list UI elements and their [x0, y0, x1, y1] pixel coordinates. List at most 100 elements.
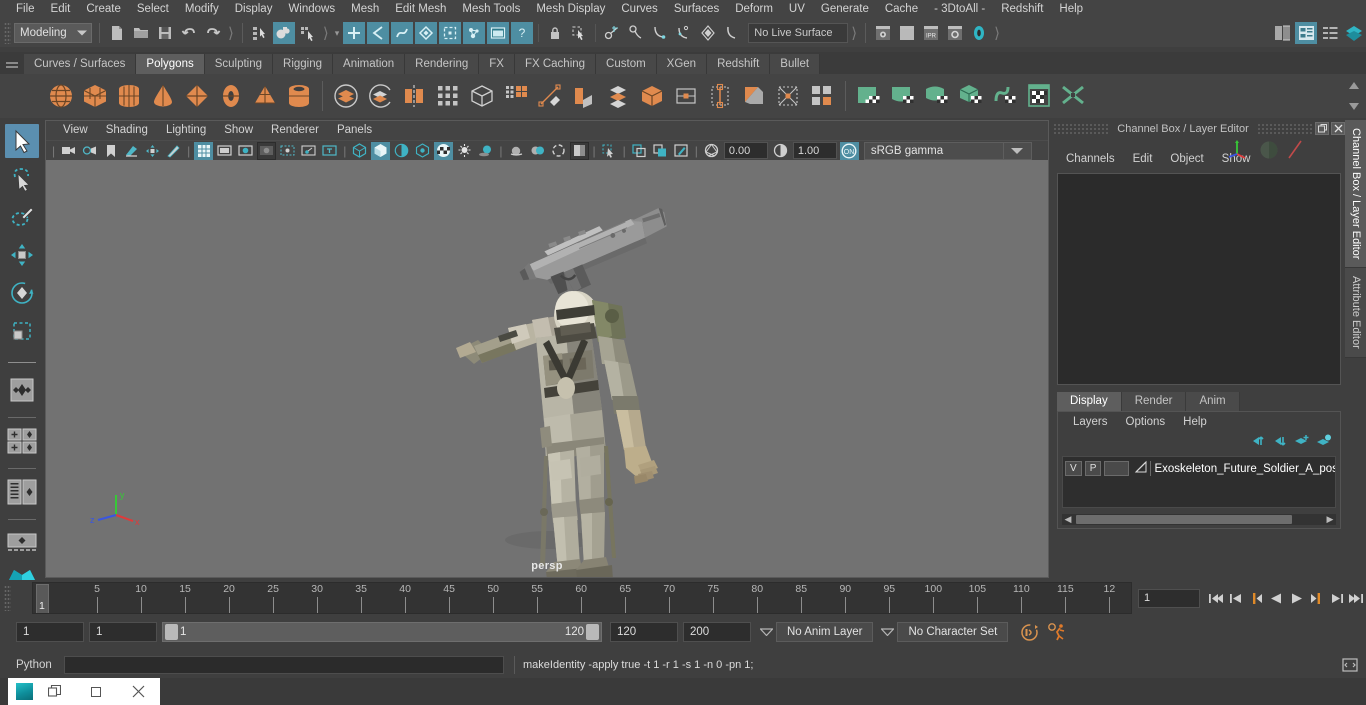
viewport-menu-lighting[interactable]: Lighting [157, 121, 215, 140]
live-surface-field[interactable]: No Live Surface [748, 23, 849, 43]
motion-blur-icon[interactable] [507, 142, 526, 160]
snap-curve-c-icon[interactable] [649, 22, 671, 44]
shelf-tab-xgen[interactable]: XGen [656, 54, 708, 74]
panel-drag-handle-left[interactable] [1053, 122, 1110, 135]
panel-close-button[interactable] [1331, 122, 1345, 135]
menu-item-mesh[interactable]: Mesh [343, 0, 387, 19]
time-slider-track[interactable]: 1 5 10 15 20 25 30 35 40 45 50 55 60 65 70 75 80 85 90 95 1… [32, 582, 1132, 614]
poly-cone-icon[interactable] [147, 79, 179, 113]
exposure-icon[interactable] [702, 142, 721, 160]
next-key-button[interactable] [1307, 588, 1325, 608]
anti-aliasing-icon[interactable] [549, 142, 568, 160]
character-set-field[interactable]: No Character Set [897, 622, 1009, 642]
save-scene-icon[interactable] [154, 22, 176, 44]
poly-cube-icon[interactable] [79, 79, 111, 113]
anim-layer-dropdown-arrow[interactable] [756, 622, 776, 642]
new-layer-from-selection-icon[interactable] [1316, 434, 1332, 451]
range-slider-bar[interactable]: 1 120 [162, 622, 602, 642]
dropdown-caret-icon[interactable]: ▾ [335, 28, 340, 39]
smooth-shade-all-icon[interactable] [371, 141, 391, 160]
panel-drag-handle-right[interactable] [1256, 122, 1313, 135]
layer-menu-layers[interactable]: Layers [1064, 416, 1117, 428]
help-question-icon[interactable]: ? [511, 22, 534, 44]
scale-tool-icon[interactable] [5, 314, 39, 348]
paint-select-tool-icon[interactable] [5, 200, 39, 234]
shelf-tab-rendering[interactable]: Rendering [405, 54, 480, 74]
uv-editor-icon[interactable] [1023, 79, 1055, 113]
menu-set-selector[interactable]: Modeling [14, 23, 92, 43]
viewport-menu-panels[interactable]: Panels [328, 121, 381, 140]
text-display-icon[interactable] [320, 142, 339, 160]
viewport-menu-view[interactable]: View [54, 121, 97, 140]
layer-color-swatch[interactable] [1104, 461, 1129, 476]
animation-preferences-icon[interactable] [1046, 621, 1070, 643]
lasso-select-tool-icon[interactable] [5, 162, 39, 196]
rotate-tool-icon[interactable] [5, 276, 39, 310]
tab-render[interactable]: Render [1121, 392, 1187, 411]
uv-cylindrical-map-icon[interactable] [887, 79, 919, 113]
wireframe-shading-icon[interactable] [350, 142, 369, 160]
viewport-menu-show[interactable]: Show [215, 121, 262, 140]
layer-list-horizontal-scrollbar[interactable]: ◀ ▶ [1062, 514, 1336, 525]
color-space-dropdown-arrow[interactable] [1003, 141, 1032, 160]
sidebar-toggle-icon[interactable] [1271, 22, 1293, 44]
menu-item-edit[interactable]: Edit [43, 0, 79, 19]
scroll-right-arrow-icon[interactable]: ▶ [1324, 514, 1336, 525]
snap-to-projected-center-icon[interactable] [415, 22, 438, 44]
uv-spherical-map-icon[interactable] [921, 79, 953, 113]
target-weld-icon[interactable] [772, 79, 804, 113]
move-tool-icon[interactable] [5, 238, 39, 272]
menu-item-surfaces[interactable]: Surfaces [666, 0, 727, 19]
menu-item-modify[interactable]: Modify [177, 0, 227, 19]
shelf-tab-fx[interactable]: FX [479, 54, 515, 74]
layer-row[interactable]: V P Exoskeleton_Future_Soldier_A_pose_ [1065, 459, 1335, 478]
shelf-tab-bullet[interactable]: Bullet [770, 54, 821, 74]
two-d-pan-zoom-icon[interactable] [143, 142, 162, 160]
animation-start-time-field[interactable]: 1 [16, 622, 84, 642]
combine-icon[interactable] [330, 79, 362, 113]
restore-window-button[interactable] [33, 678, 76, 705]
open-scene-icon[interactable] [130, 22, 152, 44]
menu-item-file[interactable]: File [8, 0, 43, 19]
exposure-display-icon[interactable] [278, 142, 297, 160]
snap-to-view-planes-icon[interactable] [439, 22, 462, 44]
uv-unfold-icon[interactable] [989, 79, 1021, 113]
new-scene-icon[interactable] [106, 22, 128, 44]
move-layer-up-icon[interactable] [1250, 434, 1266, 451]
step-forward-button[interactable] [1327, 588, 1345, 608]
camera-attributes-icon[interactable] [80, 142, 99, 160]
mirror-geometry-icon[interactable] [398, 79, 430, 113]
snap-surface-icon[interactable] [697, 22, 719, 44]
use-default-lighting-icon[interactable] [455, 142, 474, 160]
current-frame-field[interactable]: 1 [1138, 588, 1200, 608]
anim-layer-field[interactable]: No Anim Layer [776, 622, 874, 642]
channel-box-menu-object[interactable]: Object [1161, 153, 1212, 165]
shelf-tab-redshift[interactable]: Redshift [707, 54, 771, 74]
attribute-editor-toggle-icon[interactable] [1295, 22, 1317, 44]
image-plane-icon[interactable] [122, 142, 141, 160]
menu-item-3dtoall[interactable]: - 3DtoAll - [926, 0, 993, 19]
snap-to-point-icon[interactable] [391, 22, 414, 44]
tab-anim[interactable]: Anim [1186, 392, 1240, 411]
lock-icon[interactable] [544, 22, 566, 44]
uv-planar-map-icon[interactable] [853, 79, 885, 113]
viewport-menu-shading[interactable]: Shading [97, 121, 157, 140]
auto-keyframe-toggle-icon[interactable] [1017, 621, 1041, 643]
resolution-gate-icon[interactable] [236, 142, 255, 160]
smooth-mesh-icon[interactable] [432, 79, 464, 113]
go-to-start-button[interactable] [1207, 588, 1225, 608]
menu-item-mesh-tools[interactable]: Mesh Tools [454, 0, 528, 19]
poly-plane-icon[interactable] [181, 79, 213, 113]
texture-checker-icon[interactable] [434, 141, 454, 160]
range-end-handle[interactable] [586, 624, 599, 640]
new-layer-icon[interactable] [1294, 434, 1310, 451]
shelf-scroll-arrows[interactable] [1345, 78, 1363, 114]
uv-cut-sew-icon[interactable] [1057, 79, 1089, 113]
xray-display-icon[interactable] [299, 142, 318, 160]
poly-cylinder-icon[interactable] [113, 79, 145, 113]
menu-item-edit-mesh[interactable]: Edit Mesh [387, 0, 454, 19]
grid-toggle-icon[interactable] [194, 141, 214, 160]
create-polygon-tool-icon[interactable] [534, 79, 566, 113]
viewport-canvas[interactable]: y x z persp [46, 160, 1048, 577]
layer-playback-toggle[interactable]: P [1084, 461, 1102, 476]
